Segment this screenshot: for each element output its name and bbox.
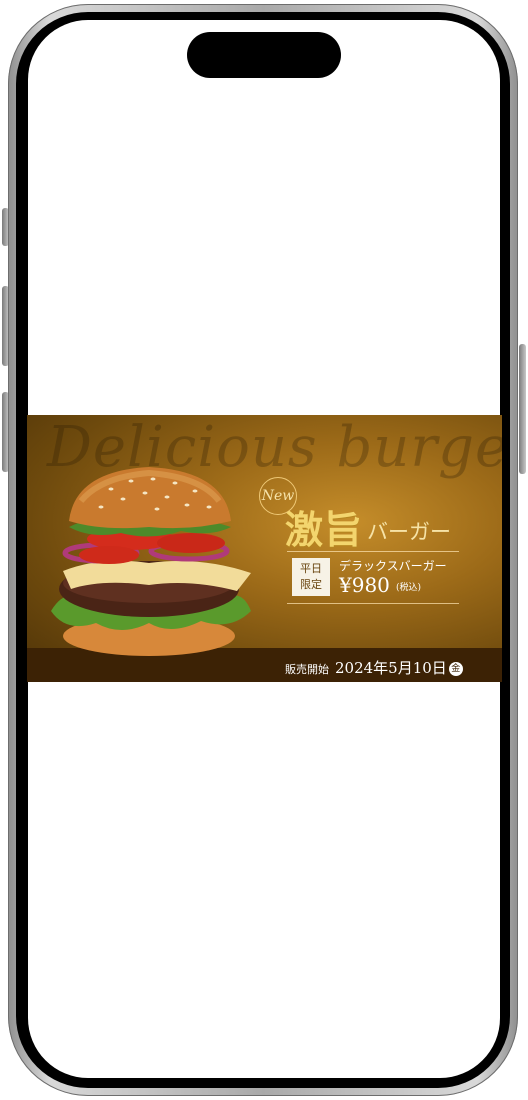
banner-title: 激旨 [285,507,364,552]
product-name: デラックスバーガー [339,559,447,573]
bottom-divider [287,603,459,604]
product-price: ¥980 [339,573,390,597]
weekday-badge-line2: 限定 [300,578,322,591]
banner-title-suffix: バーガー [367,520,451,544]
burger-image [51,467,251,656]
sale-weekday-badge: 金 [448,661,463,676]
dynamic-island [187,32,341,78]
top-divider [287,551,459,552]
sale-start-label: 販売開始 [285,663,329,676]
weekday-badge-line1: 平日 [300,562,322,575]
weekday-limited-badge: 平日 限定 [292,558,330,596]
sale-start-info: 販売開始 2024年5月10日金 [285,657,463,678]
sale-start-date: 2024年5月10日 [335,659,447,677]
power-button[interactable] [519,344,526,474]
tax-note: (税込) [396,583,422,593]
promo-banner[interactable]: Delicious burger New 激旨 バーガー 平日 限定 デラックス… [27,415,502,682]
